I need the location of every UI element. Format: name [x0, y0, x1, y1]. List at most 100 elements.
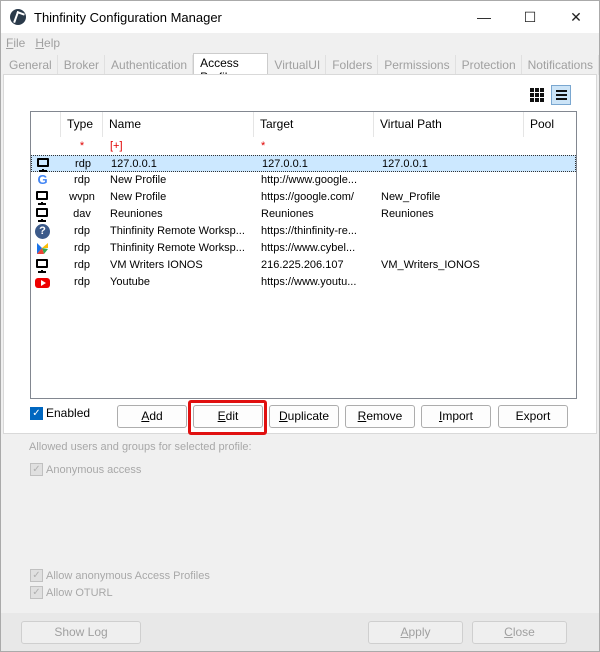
- allow-oturl-checkbox: ✓: [30, 586, 43, 599]
- list-view-button[interactable]: [551, 85, 571, 105]
- close-window-button[interactable]: ✕: [553, 1, 599, 33]
- app-logo-icon: [10, 9, 26, 25]
- cell-vpath: [381, 223, 524, 240]
- cell-name: Thinfinity Remote Worksp...: [110, 225, 245, 237]
- profile-row[interactable]: * [+] *: [31, 138, 576, 155]
- apply-button: Apply: [368, 621, 463, 644]
- cell-vpath: 127.0.0.1: [382, 158, 428, 170]
- show-log-button: Show Log: [21, 621, 141, 644]
- menu-bar: File Help: [1, 36, 65, 52]
- profile-row[interactable]: rdp 127.0.0.1 127.0.0.1 127.0.0.1: [31, 155, 576, 172]
- cell-vpath: New_Profile: [381, 191, 441, 203]
- cell-type: rdp: [75, 158, 91, 170]
- cell-target: 127.0.0.1: [262, 158, 308, 170]
- allow-oturl-option: ✓ Allow OTURL: [30, 586, 113, 599]
- profile-row[interactable]: wvpn New Profile https://google.com/New_Pr…: [31, 189, 576, 206]
- col-name[interactable]: Name: [103, 112, 254, 137]
- cell-target: https://www.youtu...: [261, 276, 357, 288]
- cell-vpath: [381, 138, 524, 155]
- close-button: Close: [472, 621, 567, 644]
- cell-type: rdp: [74, 174, 90, 186]
- tab-protection[interactable]: Protection: [456, 55, 522, 75]
- cell-pool: [531, 189, 576, 206]
- cell-type: *: [79, 140, 85, 152]
- cell-type: rdp: [74, 259, 90, 271]
- cell-pool: [531, 223, 576, 240]
- youtube-icon: [35, 278, 50, 288]
- tab-permissions[interactable]: Permissions: [378, 55, 456, 75]
- cell-name: [+]: [110, 140, 123, 152]
- tab-general[interactable]: General: [3, 55, 58, 75]
- menu-help[interactable]: Help: [30, 36, 65, 52]
- cell-name: Reuniones: [110, 208, 163, 220]
- enabled-toggle[interactable]: ✓ Enabled: [30, 406, 90, 420]
- cell-target: https://google.com/: [261, 191, 354, 203]
- duplicate-button[interactable]: Duplicate: [269, 405, 339, 428]
- tab-folders[interactable]: Folders: [326, 55, 379, 75]
- profile-row[interactable]: ? rdp Thinfinity Remote Worksp... https://t…: [31, 223, 576, 240]
- tab-notifications[interactable]: Notifications: [522, 55, 599, 75]
- allow-anon-profiles-label: Allow anonymous Access Profiles: [46, 569, 210, 582]
- cell-name: Thinfinity Remote Worksp...: [110, 242, 245, 254]
- cell-vpath: VM_Writers_IONOS: [381, 259, 480, 271]
- anonymous-access-checkbox: ✓: [30, 463, 43, 476]
- anonymous-access-label: Anonymous access: [46, 463, 142, 476]
- enabled-checkbox[interactable]: ✓: [30, 406, 43, 420]
- tab-broker[interactable]: Broker: [58, 55, 106, 75]
- cell-type: dav: [73, 208, 91, 220]
- col-target[interactable]: Target: [254, 112, 374, 137]
- cell-target: http://www.google...: [261, 174, 357, 186]
- cell-target: *: [261, 140, 266, 152]
- cell-name: Youtube: [110, 276, 150, 288]
- col-type[interactable]: Type: [61, 112, 103, 137]
- cell-vpath: Reuniones: [381, 208, 434, 220]
- monitor-icon: [36, 157, 51, 172]
- view-toggle-group: [527, 85, 571, 105]
- grid-view-button[interactable]: [527, 85, 547, 105]
- help-icon: ?: [35, 224, 50, 239]
- cell-name: VM Writers IONOS: [110, 259, 203, 271]
- profile-row[interactable]: rdp Thinfinity Remote Worksp... https://ww…: [31, 240, 576, 257]
- cell-vpath: [381, 274, 524, 291]
- col-pool[interactable]: Pool: [524, 112, 576, 137]
- cell-pool: [531, 206, 576, 223]
- list-header: Type Name Target Virtual Path Pool: [31, 112, 576, 137]
- profile-row[interactable]: Grdp New Profile http://www.google...: [31, 172, 576, 189]
- maximize-button[interactable]: ☐: [507, 1, 553, 33]
- col-virtual-path[interactable]: Virtual Path: [374, 112, 524, 137]
- anonymous-access-option: ✓ Anonymous access: [30, 463, 141, 476]
- col-icon[interactable]: [31, 112, 61, 137]
- cell-type: rdp: [74, 225, 90, 237]
- cell-type: rdp: [74, 276, 90, 288]
- menu-file[interactable]: File: [1, 36, 30, 52]
- import-button[interactable]: Import: [421, 405, 491, 428]
- minimize-button[interactable]: —: [461, 1, 507, 33]
- profile-row[interactable]: rdp Youtube https://www.youtu...: [31, 274, 576, 291]
- cell-name: New Profile: [110, 191, 167, 203]
- cell-target: Reuniones: [261, 208, 314, 220]
- window-title: Thinfinity Configuration Manager: [34, 9, 222, 25]
- export-button[interactable]: Export: [498, 405, 568, 428]
- add-button[interactable]: Add: [117, 405, 187, 428]
- edit-button-highlight: [188, 400, 267, 435]
- cell-pool: [531, 274, 576, 291]
- config-manager-window: Thinfinity Configuration Manager — ☐ ✕ F…: [0, 0, 600, 652]
- cell-target: 216.225.206.107: [261, 259, 344, 271]
- grid-icon: [530, 88, 544, 102]
- cell-pool: [531, 240, 576, 257]
- cell-target: https://www.cybel...: [261, 242, 356, 254]
- profile-row[interactable]: dav Reuniones Reuniones Reuniones: [31, 206, 576, 223]
- cell-vpath: [381, 240, 524, 257]
- tab-access-profiles[interactable]: Access Profiles: [193, 53, 269, 84]
- tab-virtualui[interactable]: VirtualUI: [268, 55, 327, 75]
- cell-pool: [532, 156, 577, 173]
- profiles-list[interactable]: Type Name Target Virtual Path Pool * [+] *…: [30, 111, 577, 399]
- cell-target: https://thinfinity-re...: [261, 225, 357, 237]
- remove-button[interactable]: Remove: [345, 405, 415, 428]
- cell-name: 127.0.0.1: [111, 158, 157, 170]
- monitor-icon: [35, 258, 50, 273]
- tab-authentication[interactable]: Authentication: [105, 55, 194, 75]
- cell-pool: [531, 257, 576, 274]
- profile-row[interactable]: rdp VM Writers IONOS 216.225.206.107 VM_Wri…: [31, 257, 576, 274]
- cell-type: wvpn: [69, 191, 95, 203]
